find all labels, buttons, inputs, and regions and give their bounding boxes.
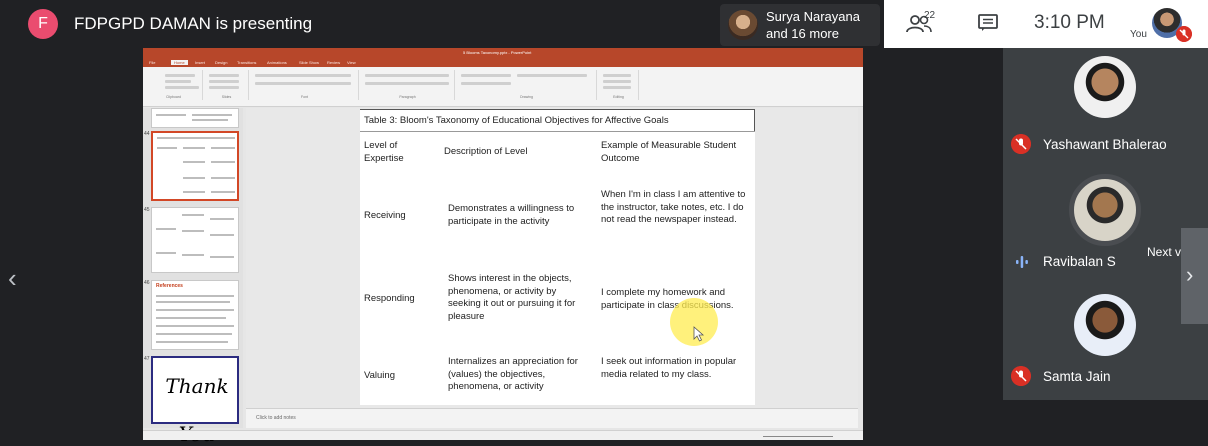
you-label: You [1130,29,1147,40]
slide-thumbnail-partial[interactable] [151,108,239,128]
mic-off-icon [1176,26,1192,42]
current-slide[interactable]: Table 3: Bloom's Taxonomy of Educational… [360,109,755,405]
participant-name: Ravibalan S [1043,254,1116,269]
presenting-status: FDPGPD DAMAN is presenting [74,14,313,33]
table-caption: Table 3: Bloom's Taxonomy of Educational… [364,115,669,126]
ribbon-font[interactable]: Font [251,70,359,100]
ppt-status-bar [143,430,863,440]
people-summary-more: and 16 more [766,26,839,41]
next-video-button[interactable]: › [1181,228,1208,324]
notes-placeholder: Click to add notes [256,415,296,421]
table-border [360,109,755,110]
ppt-tab-file[interactable]: File [149,60,155,65]
slide-editing-area: Table 3: Bloom's Taxonomy of Educational… [246,108,858,408]
slide-thumbnail-thank-you[interactable]: Thank You [151,356,239,446]
participant-thumbnail [728,10,758,40]
participants-count: 22 [924,10,936,21]
participant-avatar [1074,294,1136,356]
ppt-tab-insert[interactable]: Insert [195,60,205,65]
table-cell-description: Shows interest in the objects, phenomena… [448,273,576,322]
table-cell-level: Valuing [364,370,395,381]
ribbon-clipboard-label: Clipboard [166,95,181,99]
table-border [754,109,755,131]
table-cell-level: Responding [364,293,415,304]
ribbon-paragraph[interactable]: Paragraph [361,70,455,100]
ppt-tab-review[interactable]: Review [327,60,340,65]
table-cell-description: Internalizes an appreciation for (values… [448,356,578,392]
ppt-ribbon-tabs: File Home Insert Design Transitions Anim… [143,58,863,67]
table-header-description: Description of Level [444,146,528,157]
speaking-indicator-icon [1016,256,1028,268]
table-cell-example: When I'm in class I am attentive to the … [601,189,746,225]
slide-thumbnail-selected[interactable] [151,131,239,201]
ppt-tab-view[interactable]: View [347,60,356,65]
ppt-tab-transitions[interactable]: Transitions [237,60,256,65]
mouse-pointer-icon [693,326,705,342]
chat-icon[interactable] [978,14,998,32]
table-cell-example: I seek out information in popular media … [601,356,737,380]
slide-thumbnail-pane: 44 45 46 References 47 Thank [143,108,243,446]
participant-avatar [1069,174,1141,246]
table-cell-level: Receiving [364,210,406,221]
participant-name: Yashawant Bhalerao [1043,137,1167,152]
slide-number: 44 [144,131,150,137]
zoom-slider[interactable] [763,436,833,437]
ribbon-editing-label: Editing [613,95,624,99]
people-summary[interactable]: Surya Narayana and 16 more [720,4,880,46]
presenter-avatar: F [28,9,58,39]
mic-off-icon [1011,134,1031,154]
participant-tile[interactable]: Samta Jain [1003,288,1208,400]
ppt-tab-animations[interactable]: Animations [267,60,287,65]
participant-name: Samta Jain [1043,369,1111,384]
table-divider [360,131,755,132]
slide-thumbnail[interactable] [151,207,239,273]
slide-number: 45 [144,207,150,213]
mic-off-icon [1011,366,1031,386]
ppt-tab-slideshow[interactable]: Slide Show [299,60,319,65]
chevron-right-icon: › [1186,262,1194,287]
participant-tile[interactable]: Ravibalan S [1003,168,1208,288]
ppt-title: 5 Blooms Taxonomy.pptx - PowerPoint [463,50,532,55]
ppt-tab-home[interactable]: Home [171,60,188,65]
table-header-level: Level of Expertise [364,140,404,164]
presentation-stage: ‹ 5 Blooms Taxonomy.pptx - PowerPoint Fi… [0,48,1003,446]
previous-page-icon[interactable]: ‹ [8,263,17,294]
slide-number: 46 [144,280,150,286]
participant-avatar [1074,56,1136,118]
powerpoint-window: 5 Blooms Taxonomy.pptx - PowerPoint File… [143,48,863,446]
participant-tile[interactable]: Yashawant Bhalerao [1003,48,1208,168]
table-header-example: Example of Measurable Student Outcome [601,140,737,164]
slide-thumbnail-references[interactable]: References [151,280,239,350]
clock-time: 3:10 PM [1034,12,1105,33]
ppt-ribbon: Clipboard Slides Font Paragraph Drawing … [143,67,863,107]
ribbon-drawing-label: Drawing [520,95,533,99]
ribbon-clipboard[interactable]: Clipboard [145,70,203,100]
top-bar: F FDPGPD DAMAN is presenting Surya Naray… [0,0,1208,48]
ribbon-drawing[interactable]: Drawing [457,70,597,100]
people-summary-text: Surya Narayana and 16 more [766,8,860,42]
ribbon-slides[interactable]: Slides [205,70,249,100]
ribbon-editing[interactable]: Editing [599,70,639,100]
table-cell-description: Demonstrates a willingness to participat… [448,203,575,227]
ribbon-slides-label: Slides [221,95,232,99]
ribbon-font-label: Font [300,95,308,99]
people-summary-name: Surya Narayana [766,9,860,24]
meet-window: F FDPGPD DAMAN is presenting Surya Naray… [0,0,1208,446]
notes-pane[interactable]: Click to add notes [246,408,858,428]
ppt-tab-design[interactable]: Design [215,60,227,65]
ribbon-paragraph-label: Paragraph [399,95,416,99]
meeting-toolbar: 22 3:10 PM You [884,0,1208,48]
slide-number: 47 [144,356,150,362]
ppt-title-bar: 5 Blooms Taxonomy.pptx - PowerPoint [143,48,863,58]
references-title: References [156,283,183,289]
thank-you-text: Thank You [165,374,229,446]
